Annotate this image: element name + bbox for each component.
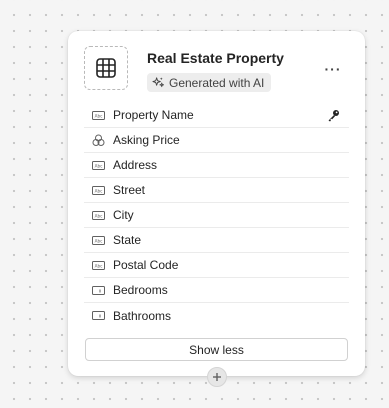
currency-field-icon [92,134,105,147]
more-options-button[interactable]: ··· [321,59,345,79]
field-row[interactable]: Abc Postal Code [84,253,349,278]
field-label: Street [113,183,146,197]
field-label: Address [113,158,158,172]
text-field-icon: Abc [92,259,105,272]
primary-key-icon [327,109,340,122]
svg-text:Abc: Abc [95,113,104,118]
field-label: State [113,233,142,247]
field-row[interactable]: Abc State [84,228,349,253]
field-row[interactable]: Asking Price [84,128,349,153]
svg-text:Abc: Abc [95,213,104,218]
show-less-button[interactable]: Show less [85,338,348,361]
field-label: Postal Code [113,258,179,272]
field-label: Bedrooms [113,283,168,297]
number-field-icon [92,309,105,322]
svg-text:Abc: Abc [95,188,104,193]
field-row[interactable]: Bedrooms [84,278,349,303]
field-row[interactable]: Bathrooms [84,303,349,328]
table-grid-icon-graphic [96,58,116,78]
text-field-icon: Abc [92,234,105,247]
text-field-icon: Abc [92,184,105,197]
entity-card[interactable]: Real Estate Property Generated with AI ·… [68,31,365,376]
number-field-icon [92,284,105,297]
text-field-icon: Abc [92,109,105,122]
field-label: City [113,208,134,222]
table-icon [84,46,128,90]
field-label: Bathrooms [113,308,172,323]
add-relationship-button[interactable] [207,367,227,387]
svg-text:Abc: Abc [95,238,104,243]
field-list: Abc Property Name Asking Price Abc Address Ab… [84,103,349,328]
field-label: Asking Price [113,133,180,147]
text-field-icon: Abc [92,159,105,172]
ai-badge-label: Generated with AI [169,75,265,90]
field-row[interactable]: Abc Property Name [84,103,349,128]
entity-title: Real Estate Property [147,50,284,66]
text-field-icon: Abc [92,209,105,222]
ai-generated-badge: Generated with AI [147,73,272,92]
field-row[interactable]: Abc Address [84,153,349,178]
plus-icon [213,373,221,381]
field-row[interactable]: Abc City [84,203,349,228]
svg-text:Abc: Abc [95,163,104,168]
field-label: Property Name [113,108,194,122]
sparkle-icon [152,77,165,88]
field-row[interactable]: Abc Street [84,178,349,203]
svg-text:Abc: Abc [95,263,104,268]
